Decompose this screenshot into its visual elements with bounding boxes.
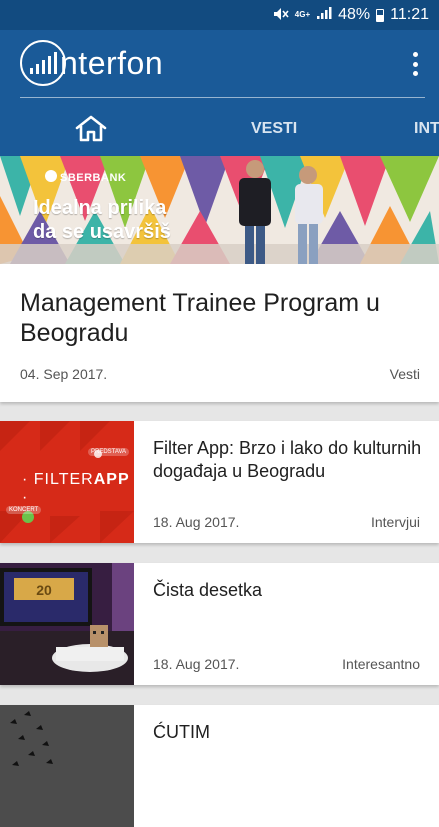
filterapp-logo: · FILTERAPP · (22, 471, 130, 506)
status-bar: 4G+ 48% 11:21 (0, 0, 439, 30)
banner-headline: Idealna prilika da se usavršiš (33, 197, 171, 243)
article-card[interactable]: 20 Čista desetka 18. Aug 2017. Interesan… (0, 563, 439, 685)
article-thumbnail (0, 705, 134, 827)
logo-text: nterfon (60, 44, 164, 81)
featured-date: 04. Sep 2017. (20, 366, 108, 382)
battery-icon (376, 8, 385, 22)
featured-title[interactable]: Management Trainee Program u Beogradu (20, 288, 420, 348)
tab-int[interactable]: INT (414, 120, 439, 138)
tab-home[interactable] (70, 114, 112, 144)
logo-mark (20, 40, 66, 86)
article-title[interactable]: Čista desetka (153, 579, 428, 602)
battery-percent: 48% (338, 6, 371, 23)
featured-article[interactable]: SBERBANK Idealna prilika da se usavršiš … (0, 156, 439, 402)
mute-icon (273, 7, 289, 24)
divider (20, 97, 425, 98)
signal-icon (316, 6, 332, 25)
featured-category[interactable]: Vesti (390, 366, 420, 382)
sberbank-logo-icon (45, 170, 57, 182)
article-category[interactable]: Intervjui (371, 514, 420, 530)
app-logo[interactable]: nterfon (20, 40, 163, 86)
article-thumbnail: PREDSTAVA KONCERT · FILTERAPP · (0, 421, 134, 543)
featured-banner-image: SBERBANK Idealna prilika da se usavršiš (0, 156, 439, 264)
home-icon (75, 115, 107, 142)
clock: 11:21 (390, 6, 429, 23)
tab-bar: VESTI INT (0, 100, 439, 156)
article-title[interactable]: Filter App: Brzo i lako do kulturnih dog… (153, 437, 428, 483)
article-thumbnail: 20 (0, 563, 134, 685)
article-card[interactable]: ĆUTIM (0, 705, 439, 827)
tab-vesti[interactable]: VESTI (251, 120, 297, 138)
article-card[interactable]: PREDSTAVA KONCERT · FILTERAPP · Filter A… (0, 421, 439, 543)
article-category[interactable]: Interesantno (342, 656, 420, 672)
article-date: 18. Aug 2017. (153, 514, 240, 530)
article-date: 18. Aug 2017. (153, 656, 240, 672)
banner-brand: SBERBANK (60, 172, 127, 184)
overflow-menu-icon[interactable] (409, 52, 421, 76)
svg-text:20: 20 (36, 582, 52, 598)
article-title[interactable]: ĆUTIM (153, 721, 428, 744)
network-type: 4G+ (294, 10, 311, 19)
app-bar: nterfon VESTI INT (0, 30, 439, 156)
